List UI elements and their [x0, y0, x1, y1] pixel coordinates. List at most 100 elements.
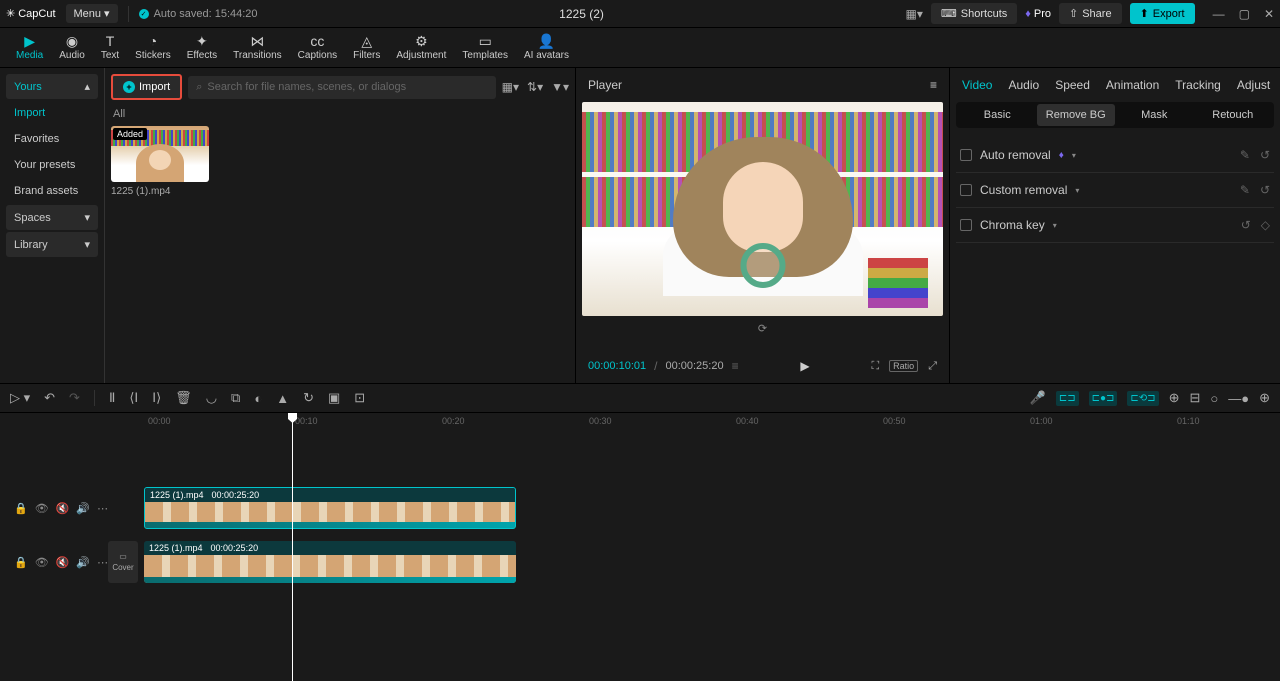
tab-adjust[interactable]: Adjust — [1237, 78, 1270, 92]
mirror-tool[interactable]: ▲ — [276, 391, 289, 406]
scan-icon[interactable]: ⛶ — [871, 360, 879, 373]
pro-button[interactable]: ♦ Pro — [1025, 8, 1051, 20]
speaker-icon[interactable]: 🔊 — [76, 502, 90, 515]
tool-templates[interactable]: ▭Templates — [454, 34, 516, 61]
reverse-tool[interactable]: ◐ — [254, 391, 262, 406]
import-button[interactable]: + Import — [111, 74, 182, 100]
freeze-tool[interactable]: ⊡ — [354, 390, 365, 406]
sidebar-spaces[interactable]: Spaces▾ — [6, 205, 98, 230]
play-button[interactable]: ▶ — [747, 359, 864, 373]
tool-media[interactable]: ▶Media — [8, 34, 51, 61]
grid-icon[interactable]: ▦▾ — [502, 80, 519, 94]
subtab-retouch[interactable]: Retouch — [1194, 104, 1273, 126]
more-icon[interactable]: ⋯ — [97, 556, 108, 569]
search-input[interactable]: ⌕ Search for file names, scenes, or dial… — [188, 76, 495, 99]
mic-icon[interactable]: 🎤 — [1030, 390, 1046, 406]
undo-button[interactable]: ↶ — [44, 390, 55, 406]
delete-tool[interactable]: 🗑 — [175, 390, 192, 406]
marker-tool[interactable]: ◡ — [206, 390, 217, 406]
fullscreen-icon[interactable]: ⤢ — [928, 360, 937, 373]
copy-tool[interactable]: ⧉ — [231, 390, 240, 406]
menu-icon[interactable]: ≡ — [930, 78, 937, 92]
ratio-button[interactable]: Ratio — [889, 360, 918, 372]
timeline-clip-1[interactable]: 1225 (1).mp4 00:00:25:20 — [144, 487, 516, 529]
cover-button[interactable]: ▭ Cover — [108, 541, 138, 583]
split-tool[interactable]: Ⅱ — [109, 390, 115, 406]
snap-tool-2[interactable]: ⊏●⊐ — [1089, 391, 1118, 406]
mute-icon[interactable]: 🔇 — [56, 502, 70, 515]
tool-captions[interactable]: ccCaptions — [290, 34, 345, 61]
tool-effects[interactable]: ✦Effects — [179, 34, 225, 61]
sidebar-favorites[interactable]: Favorites — [6, 127, 98, 151]
list-icon[interactable]: ≡ — [732, 359, 739, 373]
subtab-removebg[interactable]: Remove BG — [1037, 104, 1116, 126]
subtab-mask[interactable]: Mask — [1115, 104, 1194, 126]
zoom-fit[interactable]: ⊕ — [1259, 390, 1270, 406]
reset-icon[interactable]: ↺ — [1260, 183, 1270, 197]
sync-icon[interactable]: ⟳ — [582, 322, 943, 335]
tool-stickers[interactable]: ◔Stickers — [127, 34, 179, 61]
chroma-key-toggle[interactable]: Chroma key ▾ — [960, 218, 1057, 232]
tab-audio[interactable]: Audio — [1008, 78, 1039, 92]
split-right-tool[interactable]: Ⅰ⟩ — [152, 390, 161, 406]
sidebar-presets[interactable]: Your presets — [6, 153, 98, 177]
tool-audio[interactable]: ◉Audio — [51, 34, 93, 61]
sort-icon[interactable]: ⇅▾ — [527, 80, 543, 94]
shortcuts-button[interactable]: ⌨ Shortcuts — [931, 3, 1017, 24]
sidebar-library[interactable]: Library▾ — [6, 232, 98, 257]
tab-video[interactable]: Video — [962, 78, 992, 92]
zoom-out[interactable]: ○ — [1210, 391, 1218, 406]
video-preview[interactable] — [582, 102, 943, 316]
timeline-clip-2[interactable]: 1225 (1).mp4 00:00:25:20 — [144, 541, 516, 583]
tool-text[interactable]: TText — [93, 34, 127, 61]
tab-speed[interactable]: Speed — [1055, 78, 1090, 92]
tab-tracking[interactable]: Tracking — [1175, 78, 1221, 92]
speaker-icon[interactable]: 🔊 — [76, 556, 90, 569]
sidebar-brand[interactable]: Brand assets — [6, 179, 98, 203]
tool-transitions[interactable]: ⋈Transitions — [225, 34, 290, 61]
subtab-basic[interactable]: Basic — [958, 104, 1037, 126]
snap-tool-1[interactable]: ⊏⊐ — [1056, 391, 1079, 406]
maximize-icon[interactable]: ▢ — [1239, 7, 1250, 21]
export-button[interactable]: ⬆ Export — [1130, 3, 1195, 24]
inspector-tabs: Video Audio Speed Animation Tracking Adj… — [956, 74, 1274, 102]
lock-icon[interactable]: 🔒 — [14, 556, 28, 569]
keyframe-icon[interactable]: ◇ — [1261, 218, 1270, 232]
more-icon[interactable]: ⋯ — [97, 502, 108, 515]
tool-adjustment[interactable]: ⚙Adjustment — [388, 34, 454, 61]
eye-icon[interactable]: 👁 — [35, 502, 49, 515]
reset-icon[interactable]: ↺ — [1241, 218, 1251, 232]
eye-icon[interactable]: 👁 — [35, 556, 49, 569]
sidebar-import[interactable]: Import — [6, 101, 98, 125]
options-icon[interactable]: ⊟ — [1189, 390, 1200, 406]
sidebar-yours[interactable]: Yours▴ — [6, 74, 98, 99]
close-icon[interactable]: ✕ — [1264, 7, 1274, 21]
tool-ai-avatars[interactable]: 👤AI avatars — [516, 34, 577, 61]
reset-icon[interactable]: ↺ — [1260, 148, 1270, 162]
menu-button[interactable]: Menu ▾ — [66, 4, 118, 23]
lock-icon[interactable]: 🔒 — [14, 502, 28, 515]
rotate-tool[interactable]: ↻ — [303, 390, 314, 406]
custom-removal-toggle[interactable]: Custom removal ▾ — [960, 183, 1079, 197]
timeline[interactable]: 00:00 00:10 00:20 00:30 00:40 00:50 01:0… — [0, 413, 1280, 681]
track-tool[interactable]: ⊕ — [1169, 390, 1180, 406]
split-left-tool[interactable]: ⟨Ⅰ — [129, 390, 138, 406]
media-item[interactable]: Added 1225 (1).mp4 — [111, 126, 209, 197]
mute-icon[interactable]: 🔇 — [56, 556, 70, 569]
minimize-icon[interactable]: — — [1213, 7, 1225, 21]
zoom-slider[interactable]: —● — [1228, 391, 1249, 406]
auto-removal-toggle[interactable]: Auto removal ♦ ▾ — [960, 148, 1076, 162]
tool-filters[interactable]: ◬Filters — [345, 34, 388, 61]
share-button[interactable]: ⇧ Share — [1059, 3, 1122, 24]
select-tool[interactable]: ▷ ▾ — [10, 390, 30, 406]
redo-button[interactable]: ↷ — [69, 390, 80, 406]
tab-animation[interactable]: Animation — [1106, 78, 1159, 92]
layout-icon[interactable]: ▦▾ — [906, 7, 923, 21]
edit-icon[interactable]: ✎ — [1240, 183, 1250, 197]
edit-icon[interactable]: ✎ — [1240, 148, 1250, 162]
filter-icon[interactable]: ▼▾ — [551, 80, 569, 94]
snap-tool-3[interactable]: ⊏⟲⊐ — [1127, 391, 1158, 406]
timeline-ruler[interactable]: 00:00 00:10 00:20 00:30 00:40 00:50 01:0… — [0, 413, 1280, 433]
crop-tool[interactable]: ▣ — [328, 390, 340, 406]
playhead[interactable] — [292, 413, 293, 681]
